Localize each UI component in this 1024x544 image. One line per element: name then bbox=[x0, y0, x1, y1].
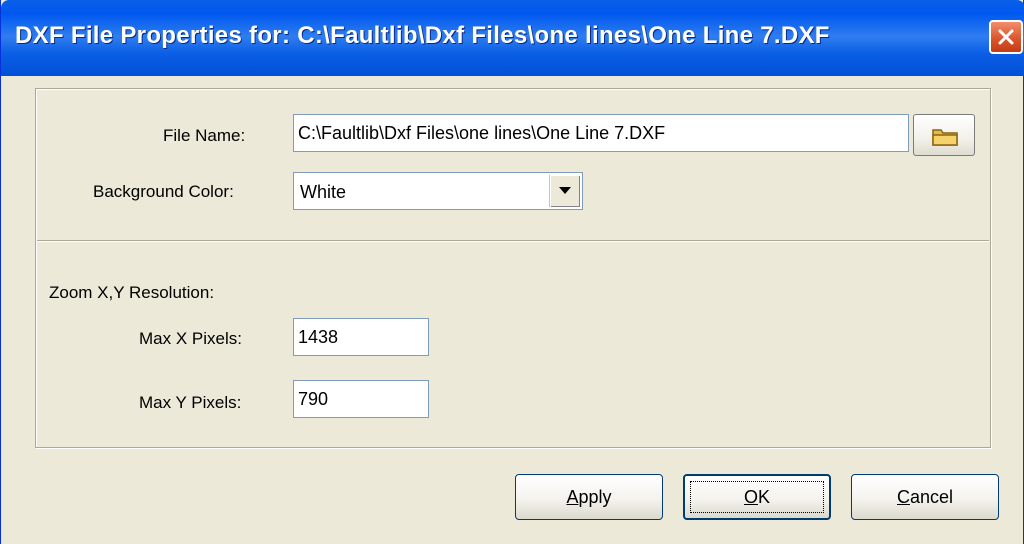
background-color-label: Background Color: bbox=[93, 182, 234, 201]
max-x-label: Max X Pixels: bbox=[139, 329, 242, 348]
ok-button[interactable]: OK bbox=[683, 474, 831, 520]
cancel-button[interactable]: Cancel bbox=[851, 474, 999, 520]
background-color-select[interactable]: White bbox=[293, 172, 583, 210]
separator bbox=[37, 240, 989, 242]
focus-rect bbox=[690, 481, 824, 513]
title-bar[interactable]: DXF File Properties for: C:\Faultlib\Dxf… bbox=[1, 0, 1024, 76]
file-name-label: File Name: bbox=[163, 126, 246, 145]
dialog-window: DXF File Properties for: C:\Faultlib\Dxf… bbox=[0, 0, 1024, 544]
window-title: DXF File Properties for: C:\Faultlib\Dxf… bbox=[15, 22, 830, 49]
background-color-value: White bbox=[300, 182, 347, 202]
close-button[interactable] bbox=[989, 20, 1023, 54]
apply-button-label: Apply bbox=[566, 486, 612, 507]
cancel-button-label: Cancel bbox=[896, 486, 954, 507]
browse-button[interactable] bbox=[913, 114, 975, 156]
apply-button[interactable]: Apply bbox=[515, 474, 663, 520]
dropdown-button[interactable] bbox=[549, 175, 580, 207]
max-x-input[interactable]: 1438 bbox=[293, 318, 429, 356]
max-y-input[interactable]: 790 bbox=[293, 380, 429, 418]
max-y-label: Max Y Pixels: bbox=[139, 393, 242, 412]
file-name-input[interactable]: C:\Faultlib\Dxf Files\one lines\One Line… bbox=[293, 114, 909, 152]
zoom-resolution-heading: Zoom X,Y Resolution: bbox=[49, 283, 215, 302]
